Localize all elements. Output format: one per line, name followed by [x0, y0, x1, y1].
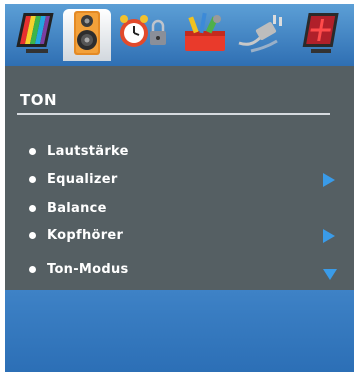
arrow-down-icon[interactable]	[323, 265, 337, 284]
menu-item-balance[interactable]: Balance	[29, 197, 339, 219]
menu-item-lautstaerke[interactable]: Lautstärke	[29, 140, 339, 162]
menu-item-ton-modus[interactable]: Ton-Modus	[29, 258, 339, 280]
tab-installation[interactable]	[297, 9, 345, 61]
tab-timer[interactable]	[115, 9, 173, 61]
tab-picture[interactable]	[13, 9, 59, 61]
menu-frame: TON Lautstärke Equalizer Balance Kopfhör…	[5, 4, 354, 372]
menu-item-label: Kopfhörer	[47, 227, 124, 243]
menu-panel: TON Lautstärke Equalizer Balance Kopfhör…	[5, 66, 354, 290]
menu-item-equalizer[interactable]: Equalizer	[29, 168, 339, 190]
menu-item-label: Lautstärke	[47, 143, 129, 159]
speaker-icon	[71, 10, 103, 60]
menu-item-label: Balance	[47, 200, 107, 216]
bullet-icon	[29, 231, 36, 239]
menu-item-label: Equalizer	[47, 171, 118, 187]
tab-settings[interactable]	[179, 9, 231, 61]
tab-sources[interactable]	[235, 9, 291, 61]
info-footer	[5, 290, 354, 372]
bullet-icon	[29, 265, 36, 273]
plug-icon	[237, 11, 289, 59]
arrow-right-icon[interactable]	[323, 228, 335, 247]
title-divider	[17, 113, 330, 115]
alarm-clock-icon	[118, 11, 170, 59]
tab-sound[interactable]	[63, 9, 111, 61]
bullet-icon	[29, 204, 36, 212]
menu-tab-bar	[5, 4, 354, 66]
menu-item-kopfhoerer[interactable]: Kopfhörer	[29, 224, 339, 246]
source-icon	[301, 11, 341, 59]
menu-item-label: Ton-Modus	[47, 261, 129, 277]
page-title: TON	[20, 91, 58, 109]
bullet-icon	[29, 175, 36, 183]
picture-icon	[16, 11, 56, 59]
bullet-icon	[29, 147, 36, 155]
toolbox-icon	[181, 11, 229, 59]
arrow-right-icon[interactable]	[323, 172, 335, 191]
